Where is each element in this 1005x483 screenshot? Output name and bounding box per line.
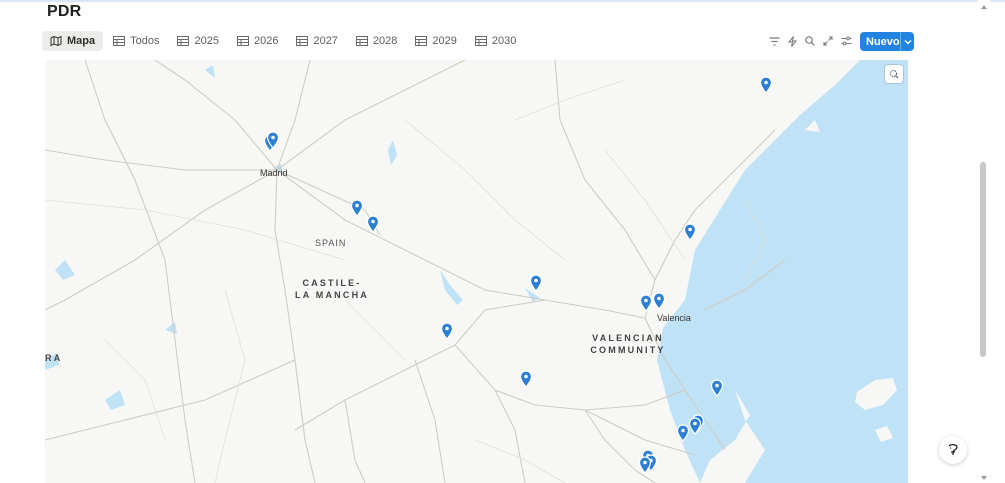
new-button[interactable]: Nuevo [860,32,914,51]
tab-2025[interactable]: 2025 [169,31,226,51]
map-marker[interactable] [683,223,697,241]
map-marker[interactable] [710,379,724,397]
expand-icon [823,36,833,46]
automation-button[interactable] [783,32,801,50]
map-label-valencia: Valencia [657,313,691,323]
filter-button[interactable] [765,32,783,50]
view-toolbar [765,32,855,50]
tab-label: 2025 [194,35,219,47]
map-label-edge: RA [45,353,63,363]
search-button[interactable] [801,32,819,50]
map-icon [50,35,62,47]
tab-todos[interactable]: Todos [105,31,167,51]
tab-label: Todos [130,35,160,47]
automation-bolt-icon [787,35,797,47]
map-marker[interactable] [529,274,543,292]
location-pin-icon [350,199,364,217]
help-assistant-button[interactable] [939,436,967,464]
table-icon [474,36,487,46]
map-marker[interactable] [366,215,380,233]
location-pin-icon [652,292,666,310]
map-lasso-control[interactable] [885,65,903,83]
map-label-valencian-line1: VALENCIAN [592,333,664,343]
filter-icon [769,36,779,46]
map-marker[interactable] [440,322,454,340]
location-pin-icon [440,322,454,340]
tab-mapa[interactable]: Mapa [42,31,104,51]
settings-button[interactable] [837,32,855,50]
search-icon [805,36,815,46]
map-label-valencian-line2: COMMUNITY [590,345,666,355]
map-marker[interactable] [688,417,702,435]
map-marker[interactable] [639,294,653,312]
location-pin-icon [688,417,702,435]
table-icon [415,36,428,46]
top-border [0,0,1005,2]
lasso-select-icon [890,70,899,79]
map-label-spain: SPAIN [315,238,347,248]
location-pin-icon [366,215,380,233]
map-label-castile-line2: LA MANCHA [295,290,369,300]
location-pin-icon [519,370,533,388]
tab-label: 2030 [491,35,517,47]
tab-2030[interactable]: 2030 [467,31,524,51]
table-icon [355,36,368,46]
tab-2029[interactable]: 2029 [407,31,464,51]
scroll-up-arrow-icon[interactable] [980,4,988,10]
tab-label: Mapa [67,35,96,47]
map-marker[interactable] [266,131,280,149]
chevron-down-icon [904,39,911,44]
table-icon [296,36,309,46]
tab-label: 2026 [253,35,279,47]
map-marker[interactable] [519,370,533,388]
map-marker[interactable] [638,456,652,474]
location-pin-icon [710,379,724,397]
map-marker[interactable] [759,76,773,94]
tab-label: 2027 [313,35,338,47]
map-label-valencian: VALENCIAN COMMUNITY [582,332,674,356]
expand-button[interactable] [819,32,837,50]
map-base [45,60,908,483]
view-tabs: Mapa Todos 2025 2026 2027 2028 2029 2030 [42,31,526,51]
new-button-label: Nuevo [866,35,900,48]
table-icon [177,36,190,46]
scroll-down-arrow-icon[interactable] [980,475,988,481]
map-marker[interactable] [652,292,666,310]
location-pin-icon [639,294,653,312]
scrollbar-thumb[interactable] [980,162,986,357]
tab-2027[interactable]: 2027 [288,31,345,51]
table-icon [236,36,249,46]
map-marker[interactable] [350,199,364,217]
table-icon [113,36,126,46]
page-title: PDR [47,3,82,20]
settings-sliders-icon [841,36,851,46]
tab-2028[interactable]: 2028 [348,31,405,51]
map-label-castile: CASTILE- LA MANCHA [287,277,377,301]
tab-2026[interactable]: 2026 [229,31,286,51]
location-pin-icon [759,76,773,94]
location-pin-icon [529,274,543,292]
map-label-castile-line1: CASTILE- [302,278,362,288]
location-pin-icon [266,131,280,149]
map-view[interactable]: Madrid SPAIN CASTILE- LA MANCHA VALENCIA… [45,60,908,483]
location-pin-icon [638,456,652,474]
location-pin-icon [683,223,697,241]
map-label-madrid: Madrid [260,168,288,178]
new-dropdown-button[interactable] [901,39,914,45]
tab-label: 2028 [372,35,398,47]
assistant-face-icon [948,443,958,455]
tab-label: 2029 [432,35,457,47]
